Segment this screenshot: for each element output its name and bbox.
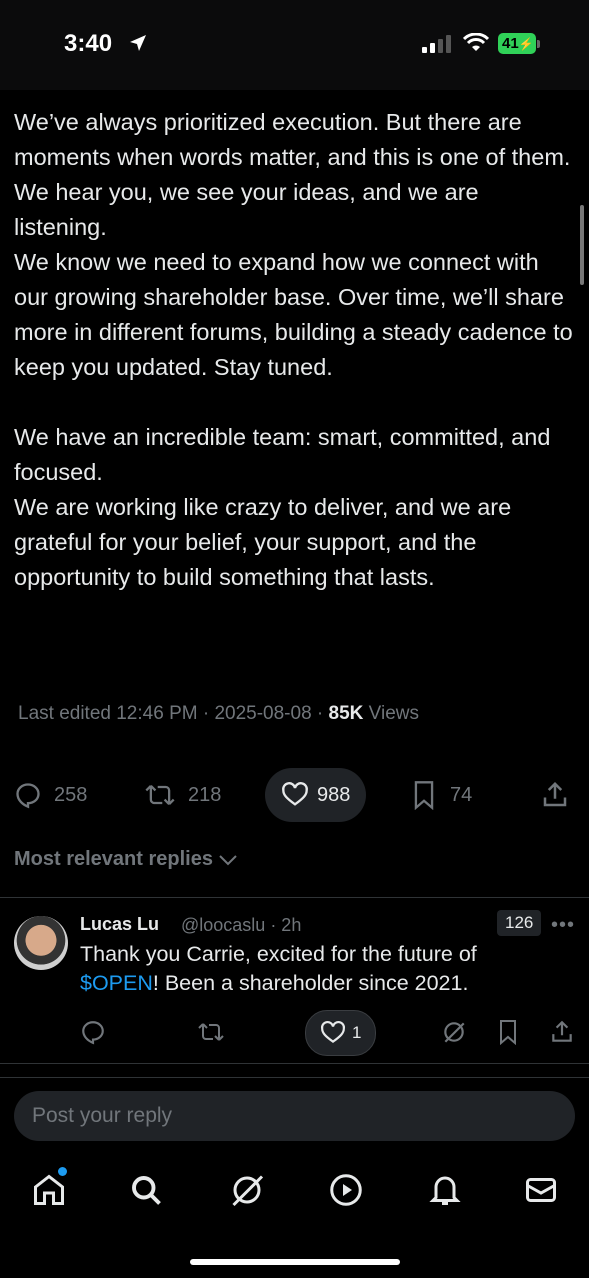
bookmark-icon <box>414 781 434 810</box>
repost-icon <box>198 1023 224 1041</box>
cellular-signal-icon <box>422 35 451 53</box>
repost-count: 218 <box>188 783 222 806</box>
post-actions: 258 218 988 74 <box>0 768 589 824</box>
bookmark-icon <box>500 1020 516 1045</box>
reply-actions: 1 <box>0 1010 589 1056</box>
grok-icon[interactable] <box>229 1172 265 1208</box>
share-icon <box>552 1020 572 1042</box>
heart-icon <box>321 1020 345 1043</box>
post-meta: Last edited 12:46 PM · 2025-08-08 · 85K … <box>18 703 419 725</box>
home-icon[interactable] <box>31 1172 67 1208</box>
reply-share-button[interactable] <box>549 1010 575 1054</box>
chevron-down-icon <box>219 854 237 865</box>
reply-text: Thank you Carrie, excited for the future… <box>80 940 560 998</box>
reply-text-part: ! Been a shareholder since 2021. <box>152 971 469 995</box>
post-paragraph: We have an incredible team: smart, commi… <box>14 424 551 485</box>
sort-label: Most relevant replies <box>14 848 213 870</box>
like-count: 988 <box>317 783 351 806</box>
video-icon[interactable] <box>328 1172 364 1208</box>
post-paragraph: We know we need to expand how we connect… <box>14 249 573 380</box>
reply-bookmark-button[interactable] <box>496 1010 520 1054</box>
wifi-icon <box>463 33 489 51</box>
post-paragraph: We are working like crazy to deliver, an… <box>14 494 512 590</box>
reply-icon <box>82 1021 104 1045</box>
share-icon <box>543 781 567 807</box>
mail-icon[interactable] <box>523 1172 559 1208</box>
reply-placeholder: Post your reply <box>32 1104 173 1127</box>
reply-author-name[interactable]: Lucas Lu <box>80 914 159 935</box>
repost-icon <box>145 785 175 805</box>
bookmark-count: 74 <box>450 783 473 806</box>
search-icon[interactable] <box>128 1172 164 1208</box>
reply-count: 258 <box>54 783 88 806</box>
more-options-icon[interactable]: ••• <box>551 914 575 937</box>
like-button[interactable]: 988 <box>265 768 367 822</box>
reply-composer-input[interactable]: Post your reply <box>14 1091 575 1141</box>
reply-text-part: Thank you Carrie, excited for the future… <box>80 942 477 966</box>
views-count: 85K <box>328 703 364 724</box>
reply-badge: 126 <box>497 910 542 936</box>
divider <box>0 897 589 898</box>
scrollbar[interactable] <box>580 205 584 285</box>
location-arrow-icon <box>130 35 146 51</box>
bookmark-button[interactable]: 74 <box>410 768 472 822</box>
battery-cap <box>537 40 540 48</box>
post-paragraph: We’ve always prioritized execution. But … <box>14 109 571 170</box>
reply-grok-button[interactable] <box>441 1010 467 1054</box>
avatar[interactable] <box>14 916 68 970</box>
reply-author-handle[interactable]: @loocaslu · 2h <box>181 915 301 936</box>
grok-icon <box>444 1022 465 1043</box>
reply-button[interactable]: 258 <box>14 768 87 822</box>
home-indicator[interactable] <box>190 1259 400 1265</box>
views-label: Views <box>363 703 420 724</box>
reply-like-button[interactable]: 1 <box>305 1010 377 1056</box>
battery-indicator: 41⚡ <box>498 33 536 54</box>
cashtag-link[interactable]: $OPEN <box>80 971 153 995</box>
reply-item[interactable]: Lucas Lu @loocaslu · 2h 126 ••• Thank yo… <box>0 900 589 1060</box>
reply-repost-button[interactable] <box>197 1010 225 1054</box>
share-button[interactable] <box>540 768 570 822</box>
post-paragraph: We hear you, we see your ideas, and we a… <box>14 179 479 240</box>
notification-dot <box>58 1167 67 1176</box>
reply-reply-button[interactable] <box>80 1010 106 1054</box>
reply-like-count: 1 <box>352 1023 362 1042</box>
divider <box>0 1063 589 1064</box>
status-time: 3:40 <box>64 30 113 57</box>
status-bar: 3:40 41⚡ <box>0 0 589 90</box>
post-body: We’ve always prioritized execution. But … <box>14 105 574 595</box>
heart-icon <box>282 782 308 806</box>
edited-timestamp[interactable]: Last edited 12:46 PM · 2025-08-08 · <box>18 703 329 724</box>
reply-icon <box>16 783 40 809</box>
repost-button[interactable]: 218 <box>144 768 221 822</box>
battery-level: 41 <box>502 35 519 52</box>
sort-replies-dropdown[interactable]: Most relevant replies <box>14 848 239 871</box>
divider <box>0 1077 589 1078</box>
bell-icon[interactable] <box>427 1172 463 1208</box>
